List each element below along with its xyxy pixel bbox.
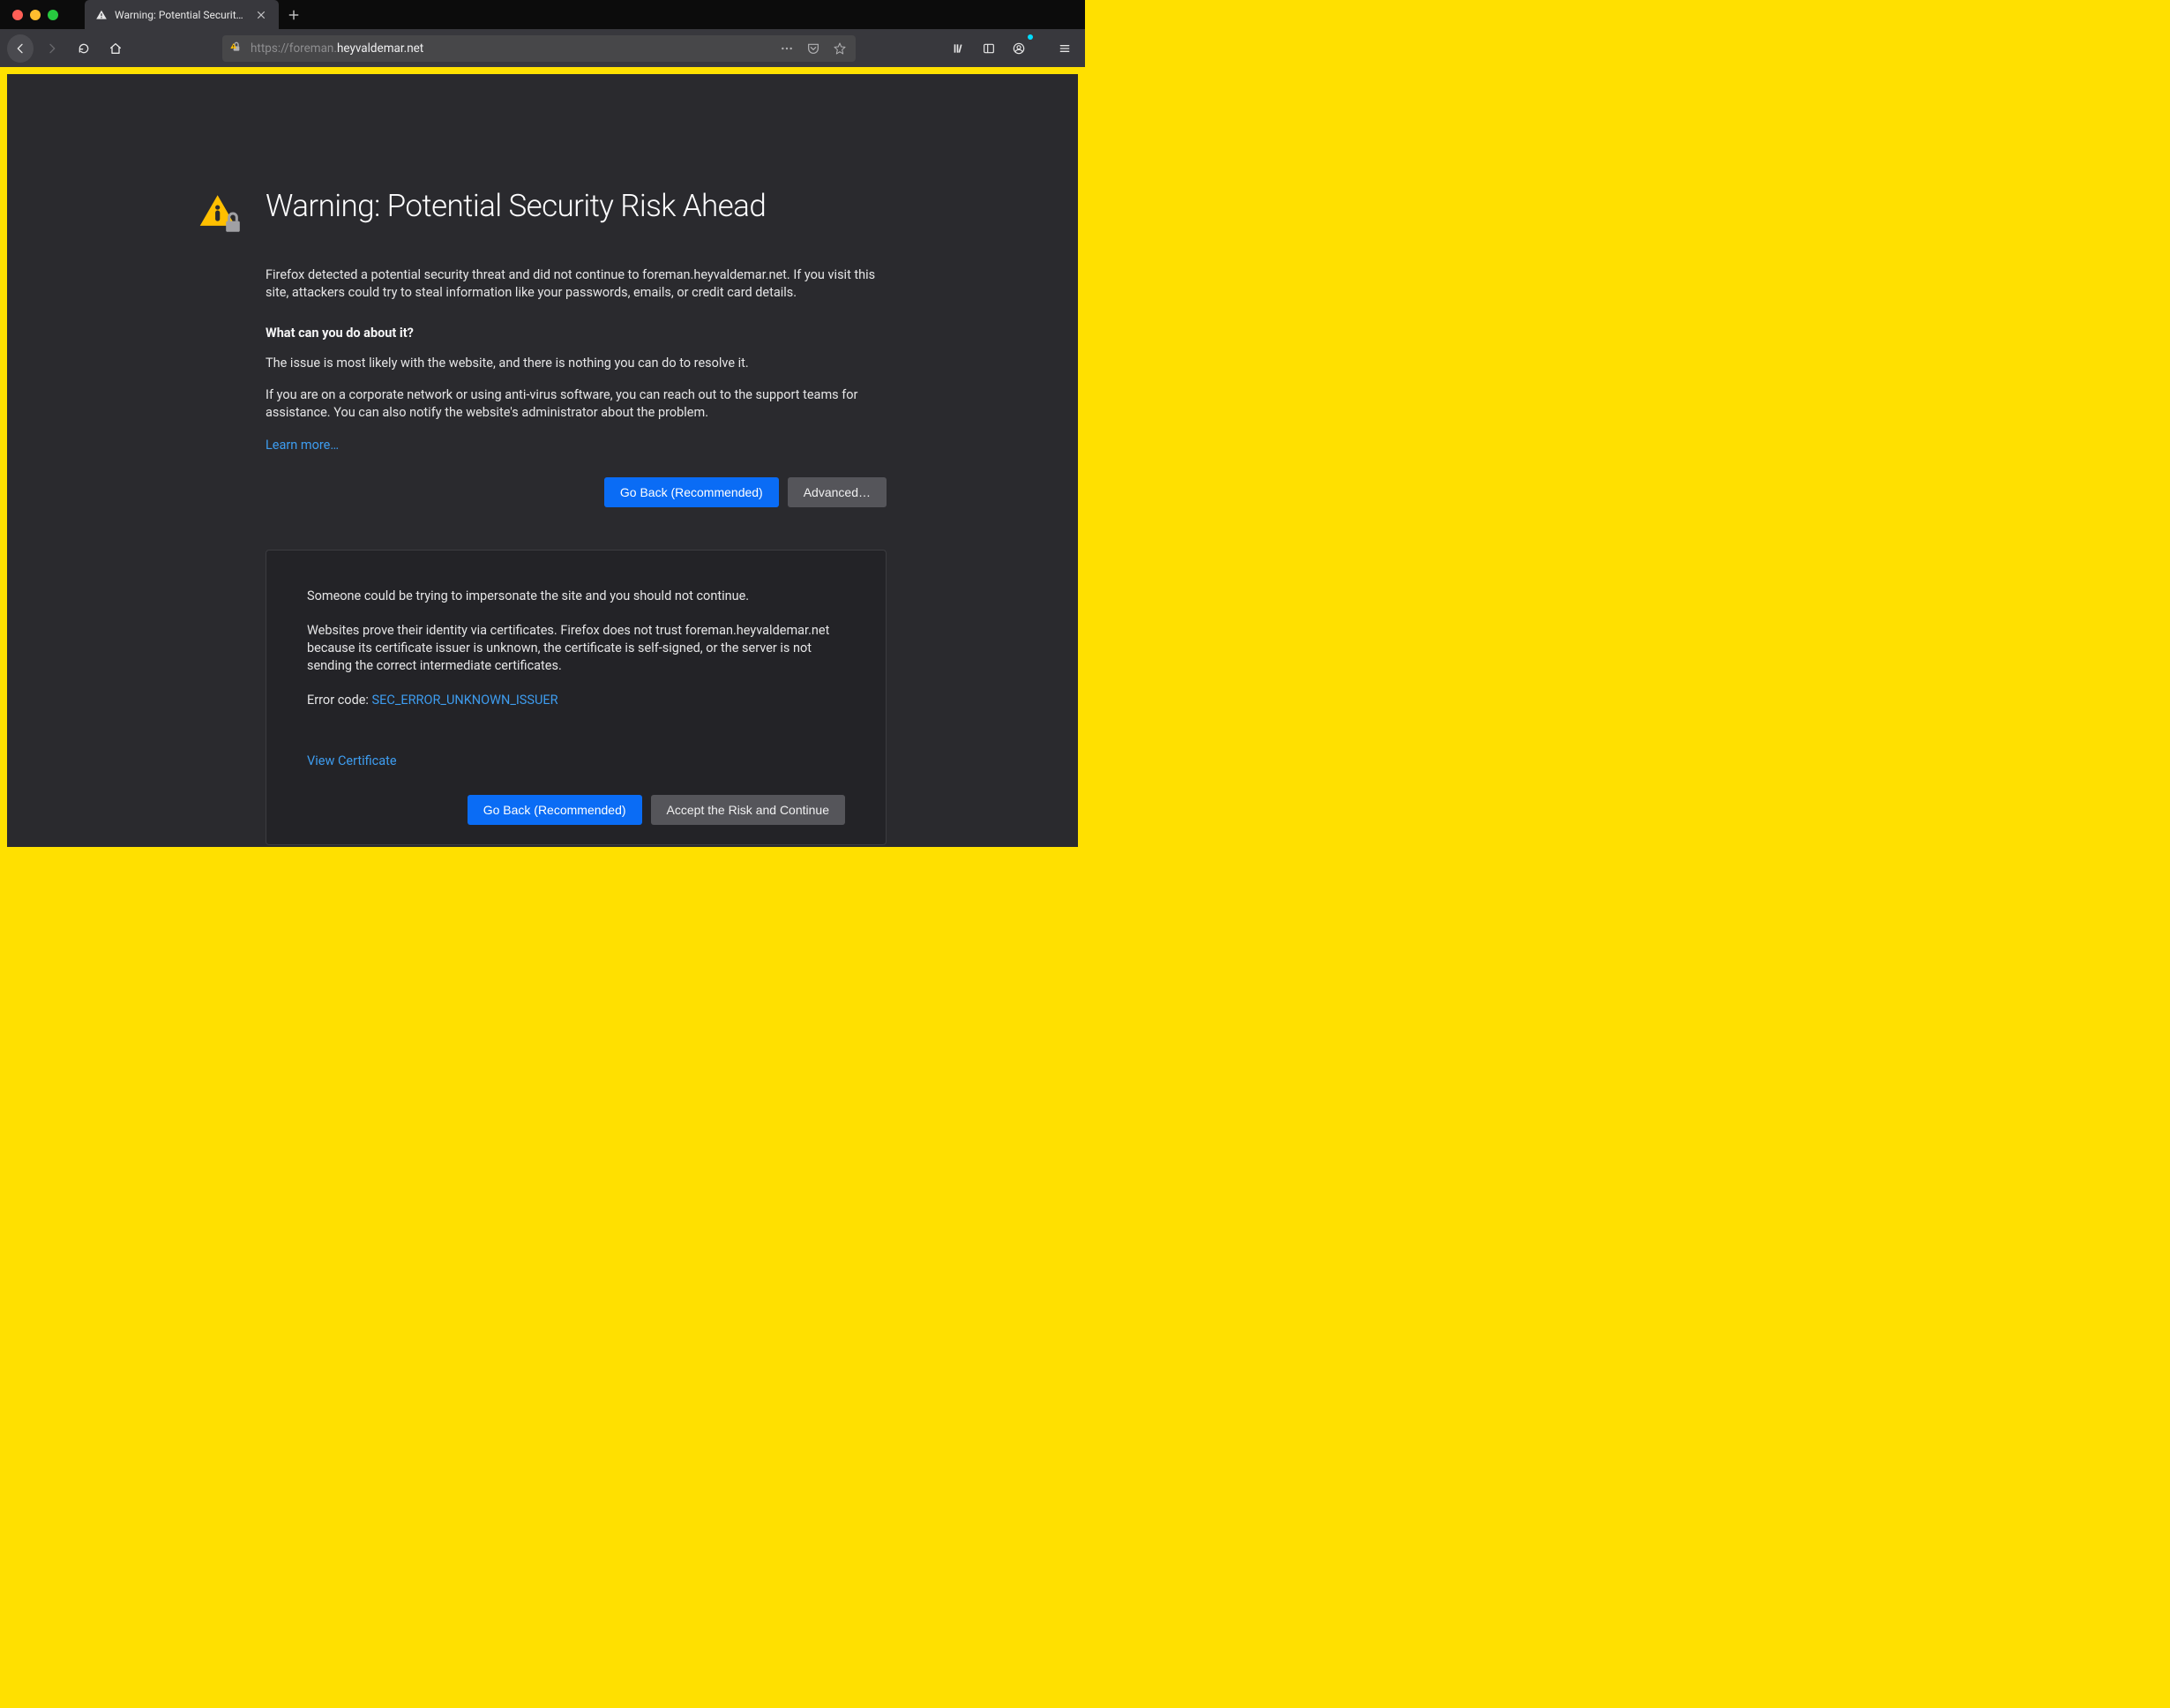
advanced-panel: Someone could be trying to impersonate t…: [266, 550, 887, 844]
home-button[interactable]: [102, 35, 129, 62]
paragraph-1: The issue is most likely with the websit…: [266, 355, 887, 372]
content-frame: Warning: Potential Security Risk Ahead F…: [0, 67, 1085, 854]
close-tab-button[interactable]: [254, 8, 268, 22]
error-container: Warning: Potential Security Risk Ahead F…: [198, 189, 887, 847]
account-button[interactable]: [1006, 35, 1032, 62]
page-title: Warning: Potential Security Risk Ahead: [266, 189, 766, 224]
primary-button-row: Go Back (Recommended) Advanced…: [266, 477, 887, 507]
window-controls: [0, 10, 58, 20]
urlbar-actions: [778, 40, 849, 57]
bookmark-button[interactable]: [831, 40, 849, 57]
advanced-explain-text: Websites prove their identity via certif…: [307, 622, 845, 676]
subheading: What can you do about it?: [266, 326, 887, 341]
page-actions-button[interactable]: [778, 40, 796, 57]
active-tab[interactable]: Warning: Potential Security Risk: [85, 0, 279, 29]
advanced-button[interactable]: Advanced…: [788, 477, 887, 507]
library-button[interactable]: [946, 35, 972, 62]
error-page: Warning: Potential Security Risk Ahead F…: [7, 74, 1078, 847]
toolbar-right: [946, 35, 1078, 62]
url-text: https://foreman.heyvaldemar.net: [251, 41, 771, 56]
url-scheme: https://: [251, 41, 289, 56]
new-tab-button[interactable]: [279, 0, 303, 29]
lock-warning-icon: [229, 40, 243, 57]
app-menu-button[interactable]: [1051, 35, 1078, 62]
accept-risk-button[interactable]: Accept the Risk and Continue: [651, 795, 845, 825]
minimize-window-button[interactable]: [30, 10, 41, 20]
url-subdomain: foreman.: [289, 41, 337, 56]
page-body: Firefox detected a potential security th…: [266, 266, 887, 845]
url-host: heyvaldemar.net: [337, 41, 423, 56]
browser-window: Warning: Potential Security Risk: [0, 0, 1085, 854]
sidebar-button[interactable]: [976, 35, 1002, 62]
intro-text: Firefox detected a potential security th…: [266, 266, 887, 303]
page-header: Warning: Potential Security Risk Ahead: [198, 189, 887, 240]
error-code-label: Error code:: [307, 693, 372, 708]
error-code-row: Error code: SEC_ERROR_UNKNOWN_ISSUER: [307, 692, 845, 709]
go-back-button-2[interactable]: Go Back (Recommended): [468, 795, 642, 825]
tab-title: Warning: Potential Security Risk: [115, 9, 247, 21]
close-window-button[interactable]: [12, 10, 23, 20]
url-bar[interactable]: https://foreman.heyvaldemar.net: [222, 35, 856, 62]
titlebar: Warning: Potential Security Risk: [0, 0, 1085, 29]
toolbar: https://foreman.heyvaldemar.net: [0, 29, 1085, 67]
forward-button: [39, 35, 65, 62]
warning-triangle-icon: [95, 9, 108, 21]
advanced-button-row: Go Back (Recommended) Accept the Risk an…: [307, 795, 845, 825]
warning-lock-icon: [198, 191, 244, 240]
paragraph-2: If you are on a corporate network or usi…: [266, 386, 887, 423]
error-code-link[interactable]: SEC_ERROR_UNKNOWN_ISSUER: [372, 693, 558, 708]
maximize-window-button[interactable]: [48, 10, 58, 20]
back-button[interactable]: [7, 35, 34, 62]
reload-button[interactable]: [71, 35, 97, 62]
tabstrip: Warning: Potential Security Risk: [85, 0, 303, 29]
go-back-button[interactable]: Go Back (Recommended): [604, 477, 779, 507]
pocket-button[interactable]: [804, 40, 822, 57]
learn-more-link[interactable]: Learn more…: [266, 438, 339, 453]
view-certificate-link[interactable]: View Certificate: [307, 753, 397, 768]
advanced-warning-text: Someone could be trying to impersonate t…: [307, 588, 845, 605]
